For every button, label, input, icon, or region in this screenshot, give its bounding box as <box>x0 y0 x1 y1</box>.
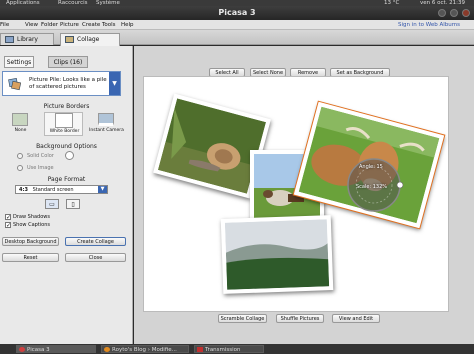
solid-color-radio[interactable] <box>17 153 23 159</box>
page-format-select[interactable]: 4:3 Standard screen ▼ <box>15 185 108 194</box>
menu-file[interactable]: File <box>0 20 9 30</box>
use-image-radio[interactable] <box>17 165 23 171</box>
menu-tools[interactable]: Tools <box>102 20 116 30</box>
format-name: Standard screen <box>32 187 74 193</box>
view-tabs: Library Collage <box>0 30 474 46</box>
taskbar-item-transmission[interactable]: Transmission <box>194 345 264 353</box>
solid-color-label: Solid Color <box>27 153 54 159</box>
background-heading: Background Options <box>36 143 97 150</box>
forest-image <box>224 219 330 290</box>
window-titlebar[interactable]: Picasa 3 <box>0 6 474 20</box>
border-white-option[interactable]: White Border <box>44 112 83 136</box>
view-and-edit-button[interactable]: View and Edit <box>332 314 380 323</box>
draw-shadows-label: Draw Shadows <box>13 214 50 220</box>
chevron-down-icon[interactable]: ▼ <box>98 186 107 193</box>
border-white-icon <box>56 114 72 127</box>
sign-in-link[interactable]: Sign in to Web Albums <box>398 20 460 30</box>
taskbar-item-firefox[interactable]: Royto's Blog › Modifie... <box>101 345 189 353</box>
color-swatch[interactable] <box>65 151 74 160</box>
desktop-background-button[interactable]: Desktop Background <box>2 237 59 246</box>
taskbar: Picasa 3 Royto's Blog › Modifie... Trans… <box>0 344 474 354</box>
page-format-heading: Page Format <box>47 176 86 183</box>
menu-bar: File View Folder Picture Create Tools He… <box>0 20 474 30</box>
close-window-icon[interactable] <box>462 9 470 17</box>
border-none-label: None <box>14 128 27 133</box>
menu-folder[interactable]: Folder <box>41 20 58 30</box>
picasa-icon <box>19 347 25 352</box>
portrait-orientation-icon[interactable]: ▯ <box>66 199 80 209</box>
landscape-orientation-icon[interactable]: ▭ <box>45 199 59 209</box>
create-collage-button[interactable]: Create Collage <box>65 237 126 246</box>
border-instant-label: Instant Camera <box>89 128 124 133</box>
menu-view[interactable]: View <box>25 20 38 30</box>
library-icon <box>5 36 14 43</box>
window-title: Picasa 3 <box>218 8 256 17</box>
menu-create[interactable]: Create <box>82 20 100 30</box>
use-image-label: Use Image <box>27 165 54 171</box>
collage-type-dropdown[interactable]: Picture Pile: Looks like a pile of scatt… <box>2 71 121 96</box>
shuffle-pictures-button[interactable]: Shuffle Pictures <box>276 314 324 323</box>
tab-collage[interactable]: Collage <box>60 33 120 46</box>
chevron-down-icon[interactable]: ▼ <box>109 72 120 95</box>
angle-readout: Angle: 15 <box>359 164 383 170</box>
scramble-collage-button[interactable]: Scramble Collage <box>218 314 267 323</box>
borders-heading: Picture Borders <box>43 103 90 110</box>
menu-help[interactable]: Help <box>121 20 134 30</box>
taskbar-item-picasa[interactable]: Picasa 3 <box>16 345 96 353</box>
settings-panel: Settings Clips (16) Picture Pile: Looks … <box>0 46 133 344</box>
show-captions-label: Show Captions <box>13 222 50 228</box>
border-white-label: White Border <box>49 129 80 134</box>
minimize-icon[interactable] <box>438 9 446 17</box>
transmission-icon <box>197 347 203 352</box>
menu-picture[interactable]: Picture <box>60 20 79 30</box>
close-button[interactable]: Close <box>65 253 126 262</box>
border-none-option[interactable]: None <box>1 112 40 136</box>
collage-icon <box>65 36 74 43</box>
border-none-icon <box>12 113 28 126</box>
reset-button[interactable]: Reset <box>2 253 59 262</box>
scale-readout: Scale: 132% <box>356 184 388 190</box>
format-ratio: 4:3 <box>19 187 28 193</box>
border-instant-option[interactable]: Instant Camera <box>87 112 126 136</box>
show-captions-checkbox[interactable]: ✓ <box>5 222 11 229</box>
firefox-icon <box>104 347 110 352</box>
draw-shadows-checkbox[interactable]: ✓ <box>5 214 11 221</box>
collage-photo-forest[interactable] <box>220 215 334 294</box>
picture-pile-icon <box>8 78 21 91</box>
tab-clips[interactable]: Clips (16) <box>48 56 88 68</box>
tab-library[interactable]: Library <box>0 33 54 45</box>
collage-canvas[interactable]: Angle: 15 Scale: 132% <box>143 76 449 312</box>
maximize-icon[interactable] <box>450 9 458 17</box>
collage-type-label: Picture Pile: Looks like a pile of scatt… <box>29 77 107 90</box>
border-instant-icon <box>98 113 114 126</box>
tab-settings[interactable]: Settings <box>4 56 34 68</box>
